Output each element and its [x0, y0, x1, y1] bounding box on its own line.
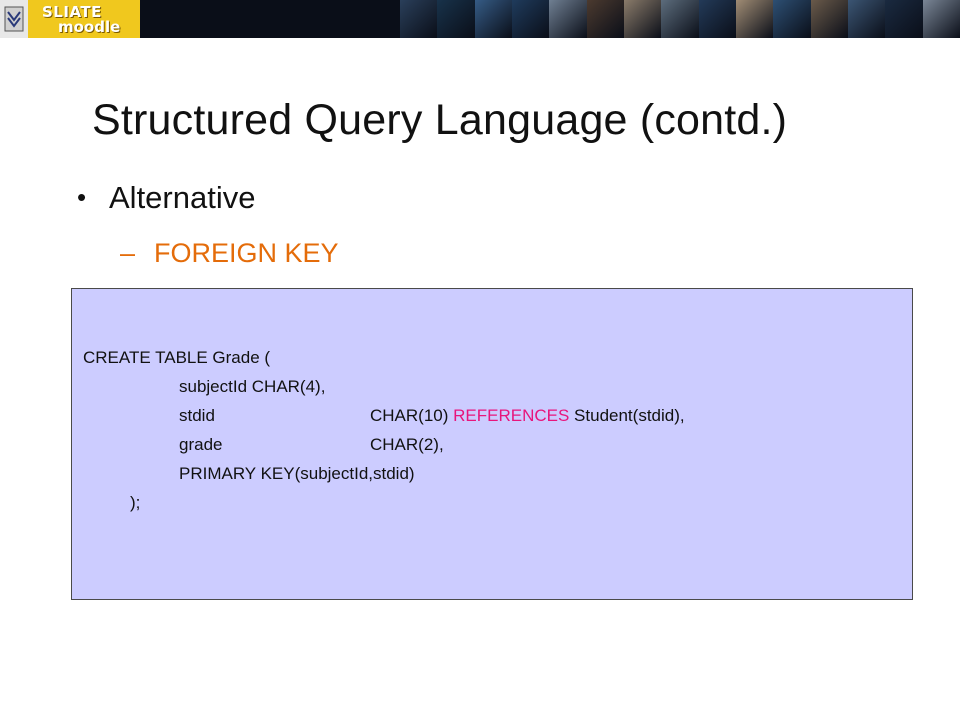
- banner-photo-tile: [511, 0, 550, 38]
- banner-photo-tile: [885, 0, 923, 38]
- banner-photo-tile: [437, 0, 475, 38]
- institution-logo-icon: [0, 0, 28, 38]
- code-line-grade-type: CHAR(2),: [370, 435, 444, 454]
- bullet-alternative-text: Alternative: [109, 180, 256, 215]
- slide-title: Structured Query Language (contd.): [92, 96, 788, 144]
- sub-bullet-foreign-key: – FOREIGN KEY: [120, 238, 339, 269]
- banner-photo-tile: [735, 0, 774, 38]
- banner-photo-collage: [400, 0, 960, 38]
- top-banner: SLIATE moodle: [0, 0, 960, 38]
- references-keyword: REFERENCES: [453, 406, 570, 425]
- banner-photo-tile: [810, 0, 848, 38]
- moodle-brand-logo: SLIATE moodle: [28, 0, 140, 38]
- code-line-subjectid: subjectId CHAR(4),: [179, 377, 326, 396]
- banner-photo-tile: [586, 0, 624, 38]
- banner-photo-tile: [623, 0, 662, 38]
- stdid-reference-target: Student(stdid),: [569, 406, 685, 425]
- brand-bottom-text: moodle: [58, 18, 121, 36]
- banner-photo-tile: [549, 0, 587, 38]
- sub-bullet-dash: –: [120, 238, 136, 268]
- stdid-type: CHAR(10): [370, 406, 449, 425]
- banner-photo-tile: [922, 0, 960, 38]
- sub-bullet-foreign-key-text: FOREIGN KEY: [154, 238, 339, 268]
- code-line-primary-key: PRIMARY KEY(subjectId,stdid): [179, 464, 415, 483]
- banner-photo-tile: [400, 0, 438, 38]
- code-line-stdid-definition: CHAR(10) REFERENCES Student(stdid),: [370, 406, 685, 426]
- sql-code-box: CREATE TABLE Grade ( subjectId CHAR(4), …: [71, 288, 913, 600]
- banner-photo-tile: [474, 0, 512, 38]
- bullet-alternative: • Alternative: [77, 180, 255, 216]
- code-line-closing: );: [130, 493, 141, 512]
- code-line-create-table: CREATE TABLE Grade (: [83, 348, 271, 367]
- banner-photo-tile: [661, 0, 699, 38]
- banner-photo-tile: [773, 0, 811, 38]
- code-line-grade-column: grade: [179, 435, 223, 454]
- banner-photo-tile: [847, 0, 886, 38]
- banner-photo-tile: [698, 0, 736, 38]
- code-line-stdid-column: stdid: [179, 406, 215, 425]
- bullet-dot: •: [77, 182, 87, 212]
